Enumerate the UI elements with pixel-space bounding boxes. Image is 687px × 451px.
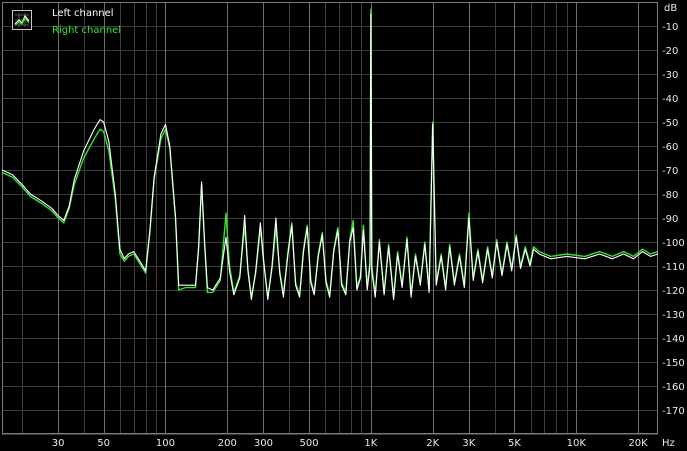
y-tick-label: -130 [662,310,685,321]
y-tick-label: -50 [662,118,678,129]
y-tick-label: -170 [662,406,685,417]
y-tick-label: -120 [662,286,685,297]
y-tick-label: -150 [662,358,685,369]
y-tick-label: -40 [662,94,678,105]
x-tick-label: 3K [462,438,475,449]
legend-entry-left-channel: Left channel [52,8,114,19]
y-tick-label: -80 [662,190,678,201]
y-tick-label: -110 [662,262,685,273]
y-tick-label: -10 [662,22,678,33]
legend-entry-right-channel: Right channel [52,25,122,36]
plot-background [0,0,687,451]
x-tick-label: 300 [254,438,273,449]
y-tick-label: -140 [662,334,685,345]
x-tick-label: 5K [508,438,521,449]
y-tick-label: -90 [662,214,678,225]
x-tick-label: 10K [567,438,587,449]
x-tick-label: 1K [364,438,377,449]
x-axis-unit: Hz [662,438,675,449]
y-tick-label: -20 [662,46,678,57]
y-tick-label: -30 [662,70,678,81]
x-tick-label: 2K [426,438,439,449]
y-tick-label: -70 [662,166,678,177]
y-tick-label: -100 [662,238,685,249]
chart-icon [12,10,32,30]
y-tick-label: -60 [662,142,678,153]
x-tick-label: 200 [218,438,237,449]
x-tick-label: 30 [52,438,65,449]
x-tick-label: 50 [97,438,110,449]
x-tick-label: 500 [299,438,318,449]
x-tick-label: 100 [156,438,175,449]
y-tick-label: -160 [662,382,685,393]
spectrum-chart: dB -10 -20 -30 -40 -50 -60 -70 -80 -90 -100 -110 -12… [0,0,687,451]
spectrum-plot: dB -10 -20 -30 -40 -50 -60 -70 -80 -90 -100 -110 -12… [0,0,687,451]
x-tick-label: 20K [628,438,648,449]
y-axis-unit: dB [664,3,677,14]
